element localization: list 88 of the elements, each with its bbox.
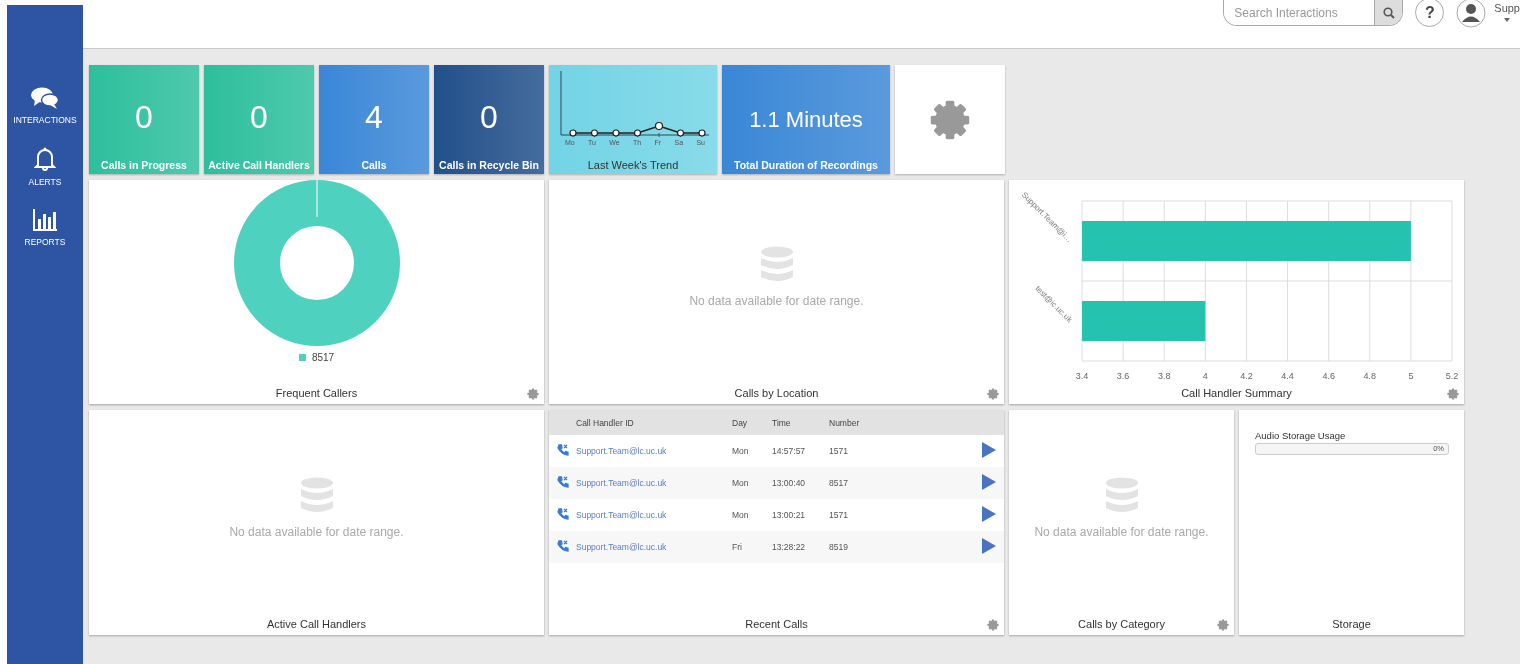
play-icon[interactable] xyxy=(982,538,996,554)
settings-icon[interactable] xyxy=(987,619,999,631)
handler-link[interactable]: Support.Team@lc.uc.uk xyxy=(576,478,667,488)
settings-icon[interactable] xyxy=(1447,388,1459,400)
chat-bubbles-icon xyxy=(31,87,59,109)
database-icon xyxy=(299,476,334,515)
column-header: Day xyxy=(731,410,771,435)
table-cell: Mon xyxy=(731,467,771,499)
panel-title: Storage xyxy=(1332,617,1371,632)
tick-label: 4.4 xyxy=(1281,371,1294,381)
table-cell: 14:57:57 xyxy=(771,435,828,467)
metric-tile[interactable]: 1.1 Minutes Total Duration of Recordings xyxy=(722,65,890,174)
table-cell: 1571 xyxy=(828,435,931,467)
phone-icon xyxy=(557,540,569,552)
play-icon[interactable] xyxy=(982,442,996,458)
caret-icon[interactable] xyxy=(1504,18,1511,22)
sidebar-item[interactable]: ALERTS xyxy=(28,147,62,187)
column-header: Number xyxy=(828,410,931,435)
tick-label: 3.4 xyxy=(1075,371,1089,381)
column-header: Call Handler ID xyxy=(575,410,731,435)
play-icon[interactable] xyxy=(982,474,996,490)
metric-value: 0 xyxy=(250,99,268,136)
tick-label: 5 xyxy=(1408,371,1414,381)
metric-label: Calls in Recycle Bin xyxy=(439,159,539,171)
table-cell: Mon xyxy=(731,435,771,467)
database-icon xyxy=(759,246,794,284)
column-header: Time xyxy=(771,410,828,435)
user-avatar-icon[interactable] xyxy=(1456,0,1487,28)
legend-label: 8517 xyxy=(311,352,335,363)
metric-value: 4 xyxy=(365,99,383,136)
tick-label: 3.6 xyxy=(1116,371,1130,381)
empty-message: No data available for date range. xyxy=(1034,524,1209,539)
settings-icon[interactable] xyxy=(527,388,539,400)
tile-label: Last Week's Trend xyxy=(587,159,679,171)
table-cell: 8519 xyxy=(828,531,931,563)
tick-label: 4.6 xyxy=(1322,371,1335,381)
database-icon xyxy=(1104,476,1139,515)
table-cell: 13:28:22 xyxy=(771,531,828,563)
phone-icon xyxy=(557,444,569,456)
phone-icon xyxy=(557,508,569,520)
panel-title: Calls by Category xyxy=(1078,617,1165,632)
metric-value: 0 xyxy=(135,99,153,136)
handler-link[interactable]: Support.Team@lc.uc.uk xyxy=(576,542,667,552)
bar-chart-icon xyxy=(33,209,57,231)
metric-label: Calls in Progress xyxy=(101,159,187,171)
table-cell: 13:00:40 xyxy=(771,467,828,499)
table-cell: 13:00:21 xyxy=(771,499,828,531)
empty-message: No data available for date range. xyxy=(229,524,404,539)
settings-icon[interactable] xyxy=(1217,619,1229,631)
tick-label: 4.8 xyxy=(1363,371,1377,381)
play-icon[interactable] xyxy=(982,506,996,522)
settings-icon[interactable] xyxy=(929,98,971,141)
search-field[interactable]: Search Interactions xyxy=(1223,0,1404,26)
storage-label: Audio Storage Usage xyxy=(1255,430,1347,441)
tick-label: 4.2 xyxy=(1240,371,1253,381)
table-cell: Mon xyxy=(731,499,771,531)
panel-title: Calls by Location xyxy=(734,386,819,401)
search-button[interactable] xyxy=(1374,0,1403,25)
sidebar-item[interactable]: INTERACTIONS xyxy=(13,87,77,125)
metric-tile[interactable]: 0 Calls in Recycle Bin xyxy=(434,65,544,174)
user-menu[interactable]: Supp xyxy=(1494,2,1520,14)
panel-title: Call Handler Summary xyxy=(1181,386,1292,401)
metric-label: Total Duration of Recordings xyxy=(734,159,878,171)
sidebar-item[interactable]: REPORTS xyxy=(24,209,66,247)
settings-icon[interactable] xyxy=(987,388,999,400)
panel-title: Frequent Callers xyxy=(275,386,358,401)
tick-label: 5.2 xyxy=(1445,371,1459,381)
handler-link[interactable]: Support.Team@lc.uc.uk xyxy=(576,510,667,520)
metric-label: Active Call Handlers xyxy=(208,159,310,171)
metric-label: Calls xyxy=(361,159,387,171)
table-cell: 8517 xyxy=(828,467,931,499)
help-button[interactable]: ? xyxy=(1415,0,1445,27)
empty-message: No data available for date range. xyxy=(689,294,864,308)
tick-label: 3.8 xyxy=(1157,371,1171,381)
table-cell: 1571 xyxy=(828,499,931,531)
bell-icon xyxy=(34,147,56,171)
handler-link[interactable]: Support.Team@lc.uc.uk xyxy=(576,446,667,456)
metric-value: 1.1 Minutes xyxy=(749,107,863,133)
panel-title: Recent Calls xyxy=(745,617,808,632)
panel-title: Active Call Handlers xyxy=(266,617,366,632)
metric-tile[interactable]: 4 Calls xyxy=(319,65,429,174)
table-cell: Fri xyxy=(731,531,771,563)
search-icon xyxy=(1382,6,1395,19)
metric-value: 0 xyxy=(480,99,498,136)
phone-icon xyxy=(557,476,569,488)
settings-tile[interactable] xyxy=(895,65,1005,174)
tick-label: 4 xyxy=(1202,371,1208,381)
metric-tile[interactable]: 0 Calls in Progress xyxy=(89,65,199,174)
